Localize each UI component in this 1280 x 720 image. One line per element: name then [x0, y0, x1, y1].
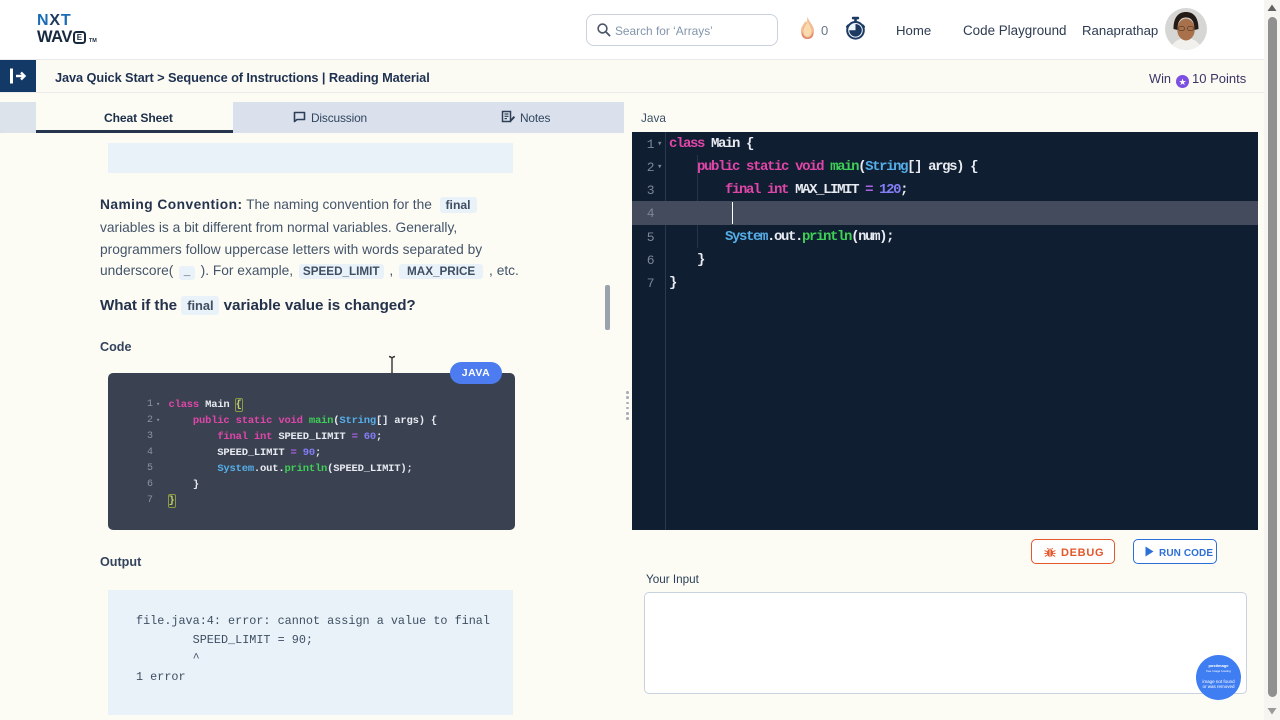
svg-text:★: ★	[1178, 77, 1186, 87]
